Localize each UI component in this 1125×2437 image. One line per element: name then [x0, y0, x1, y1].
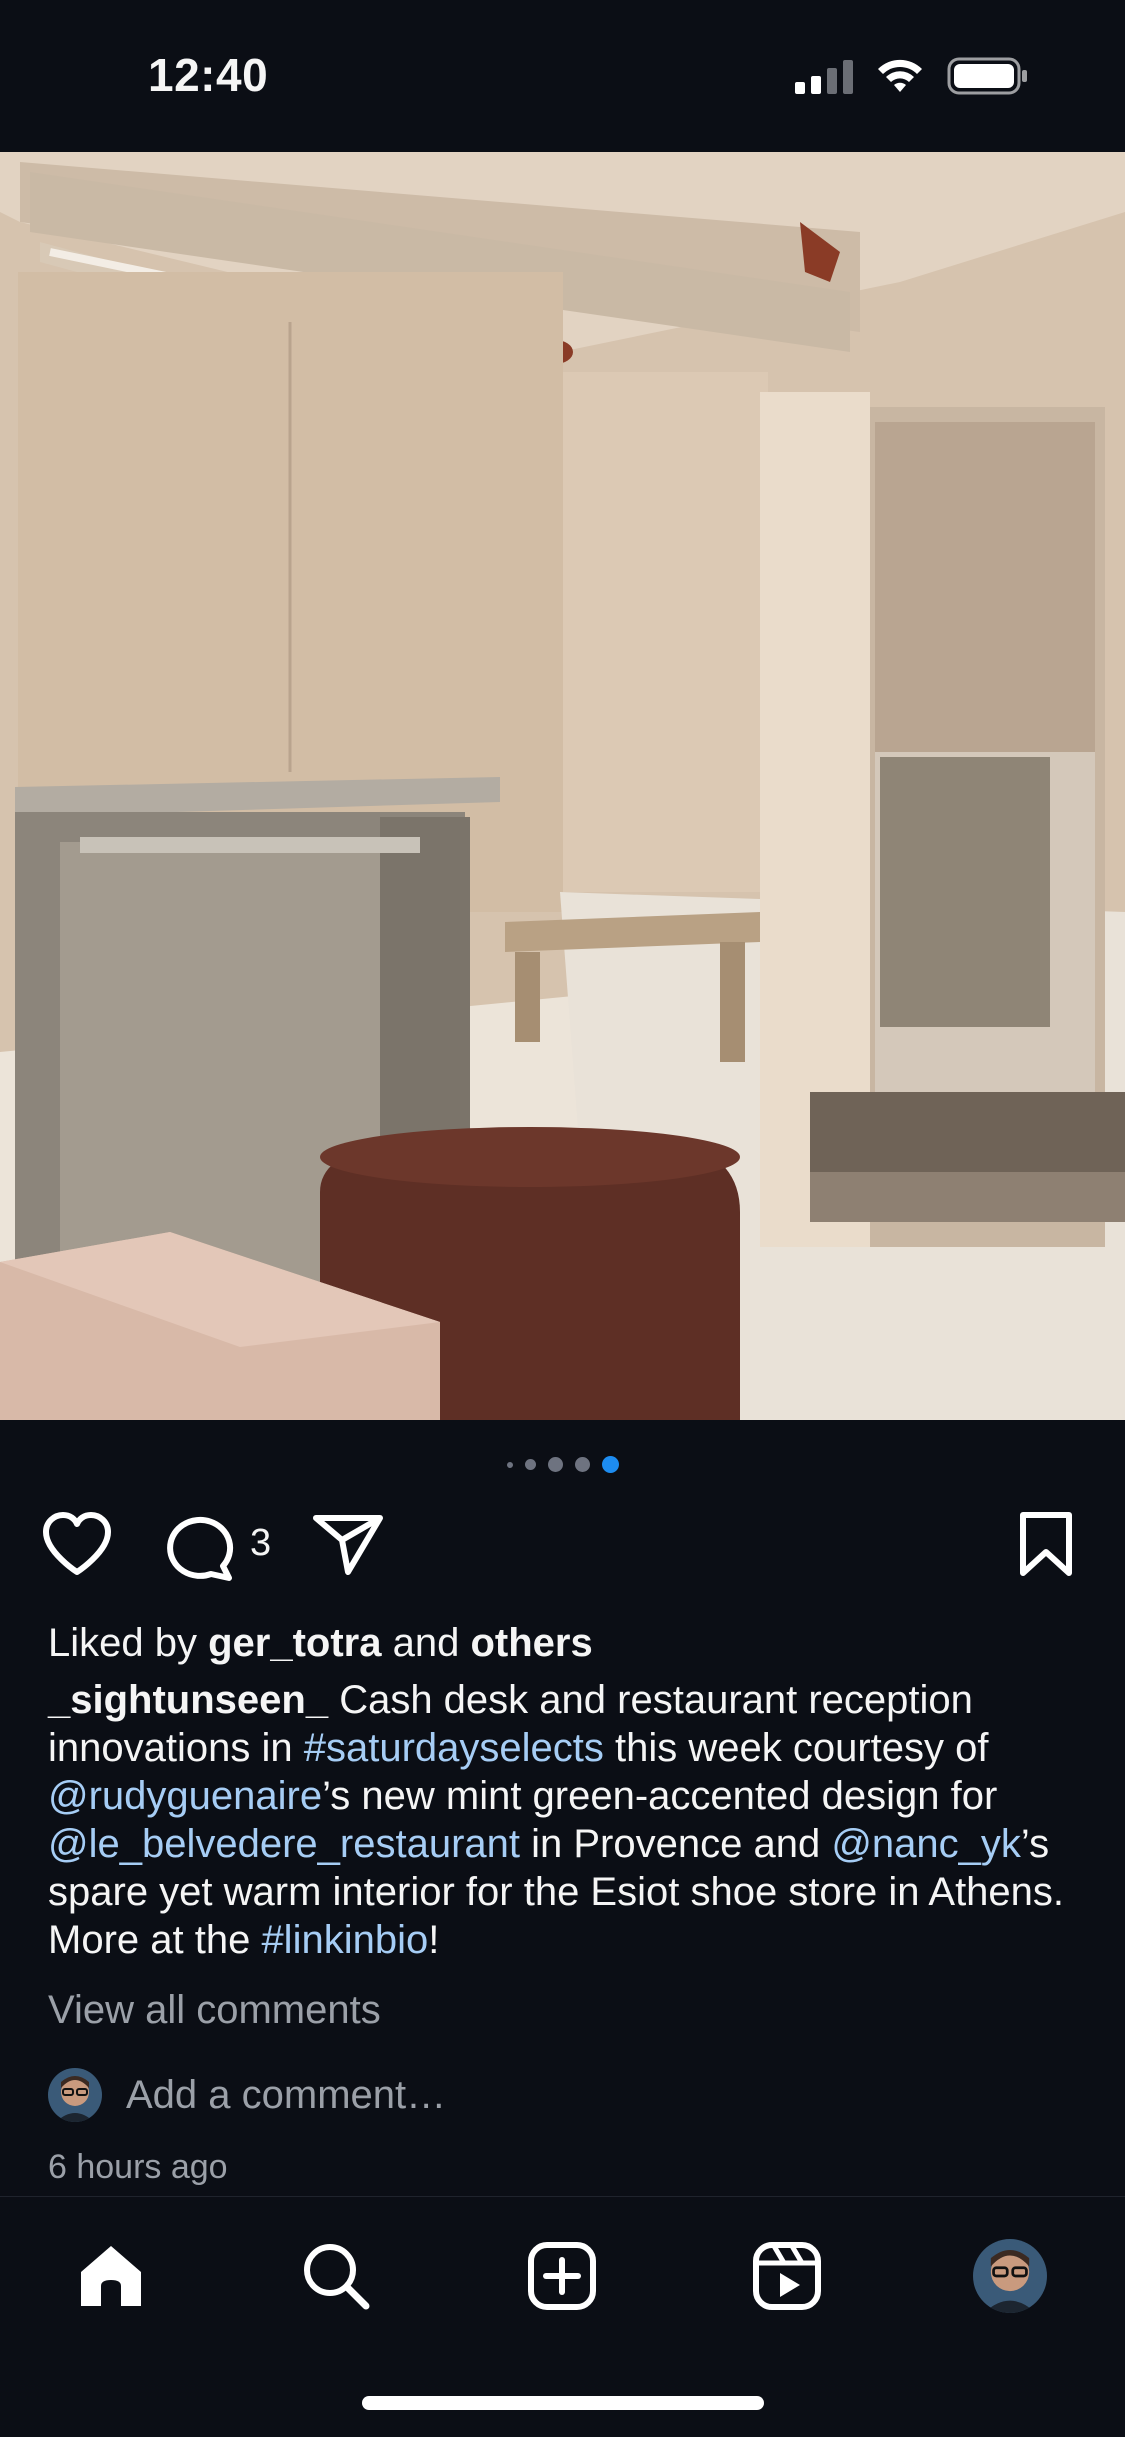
carousel-dot — [506, 1461, 513, 1468]
view-all-comments-link[interactable]: View all comments — [48, 1988, 381, 2033]
hashtag-link[interactable]: #saturdayselects — [304, 1726, 604, 1770]
comment-bubble-icon[interactable] — [163, 1514, 235, 1582]
post-photo[interactable] — [0, 152, 1125, 1420]
home-indicator — [362, 2396, 764, 2410]
caption-text: ’s new mint green-accented design for — [322, 1774, 998, 1818]
likes-others[interactable]: others — [470, 1621, 592, 1665]
carousel-dot — [547, 1457, 563, 1472]
add-post-icon — [528, 2242, 596, 2310]
post-actions: 3 — [0, 1510, 1125, 1590]
tab-profile[interactable] — [965, 2231, 1055, 2321]
like-heart-icon[interactable] — [40, 1510, 114, 1578]
avatar — [48, 2068, 102, 2122]
caption-username[interactable]: _sightunseen_ — [48, 1678, 328, 1722]
status-icons — [795, 56, 1029, 96]
share-send-icon[interactable] — [312, 1512, 384, 1578]
cellular-signal-icon — [795, 58, 853, 94]
caption-text: this week courtesy of — [603, 1726, 989, 1770]
save-bookmark-icon[interactable] — [1018, 1510, 1074, 1578]
reels-icon — [753, 2242, 821, 2310]
add-comment-input[interactable] — [126, 2072, 826, 2118]
search-icon — [304, 2244, 370, 2310]
carousel-dot — [524, 1459, 536, 1470]
liker-username[interactable]: ger_totra — [208, 1621, 381, 1665]
mention-link[interactable]: @nanc_yk — [831, 1822, 1021, 1866]
status-bar: 12:40 — [0, 0, 1125, 152]
tab-reels[interactable] — [742, 2231, 832, 2321]
mention-link[interactable]: @rudyguenaire — [48, 1774, 322, 1818]
tab-home[interactable] — [66, 2231, 156, 2321]
carousel-indicator — [0, 1456, 1125, 1473]
comment-count: 3 — [250, 1522, 272, 1564]
carousel-dot-active — [601, 1456, 619, 1473]
caption-text: in Provence and — [520, 1822, 832, 1866]
profile-avatar — [973, 2239, 1047, 2313]
add-comment-row — [48, 2068, 826, 2122]
tab-create[interactable] — [517, 2231, 607, 2321]
wifi-icon — [878, 59, 922, 92]
carousel-dot — [574, 1457, 590, 1472]
battery-icon — [947, 57, 1027, 95]
mention-link[interactable]: @le_belvedere_restaurant — [48, 1822, 520, 1866]
post-caption: _sightunseen_ Cash desk and restaurant r… — [48, 1676, 1088, 1964]
caption-text: ! — [428, 1918, 440, 1962]
hashtag-link[interactable]: #linkinbio — [261, 1918, 428, 1962]
status-time: 12:40 — [148, 49, 269, 101]
post-image — [0, 152, 1125, 1420]
likes-summary[interactable]: Liked by ger_totra and others — [48, 1618, 593, 1668]
home-icon — [81, 2246, 141, 2306]
post-timestamp: 6 hours ago — [48, 2148, 228, 2186]
tab-search[interactable] — [291, 2231, 381, 2321]
